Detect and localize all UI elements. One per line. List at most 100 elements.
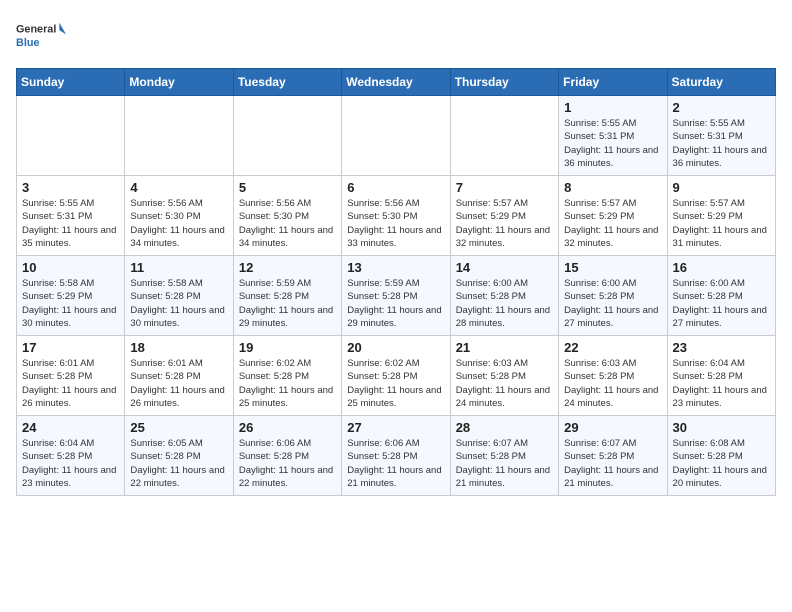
calendar-cell <box>450 96 558 176</box>
calendar-cell: 5 Sunrise: 5:56 AMSunset: 5:30 PMDaylight… <box>233 176 341 256</box>
day-info: Sunrise: 5:55 AMSunset: 5:31 PMDaylight:… <box>22 197 119 250</box>
header-day-wednesday: Wednesday <box>342 69 450 96</box>
calendar-table: SundayMondayTuesdayWednesdayThursdayFrid… <box>16 68 776 496</box>
header-day-thursday: Thursday <box>450 69 558 96</box>
calendar-cell: 7 Sunrise: 5:57 AMSunset: 5:29 PMDaylight… <box>450 176 558 256</box>
day-info: Sunrise: 6:06 AMSunset: 5:28 PMDaylight:… <box>239 437 336 490</box>
day-number: 7 <box>456 180 553 195</box>
day-info: Sunrise: 6:07 AMSunset: 5:28 PMDaylight:… <box>456 437 553 490</box>
day-number: 30 <box>673 420 770 435</box>
day-number: 9 <box>673 180 770 195</box>
calendar-cell <box>125 96 233 176</box>
day-number: 11 <box>130 260 227 275</box>
day-info: Sunrise: 5:55 AMSunset: 5:31 PMDaylight:… <box>673 117 770 170</box>
day-info: Sunrise: 5:59 AMSunset: 5:28 PMDaylight:… <box>347 277 444 330</box>
header-day-sunday: Sunday <box>17 69 125 96</box>
calendar-cell: 3 Sunrise: 5:55 AMSunset: 5:31 PMDaylight… <box>17 176 125 256</box>
day-number: 5 <box>239 180 336 195</box>
day-number: 27 <box>347 420 444 435</box>
calendar-cell: 15 Sunrise: 6:00 AMSunset: 5:28 PMDayligh… <box>559 256 667 336</box>
day-number: 18 <box>130 340 227 355</box>
day-info: Sunrise: 6:03 AMSunset: 5:28 PMDaylight:… <box>456 357 553 410</box>
logo: General Blue <box>16 16 66 56</box>
day-info: Sunrise: 6:08 AMSunset: 5:28 PMDaylight:… <box>673 437 770 490</box>
day-info: Sunrise: 6:06 AMSunset: 5:28 PMDaylight:… <box>347 437 444 490</box>
calendar-cell <box>17 96 125 176</box>
week-row-1: 1 Sunrise: 5:55 AMSunset: 5:31 PMDaylight… <box>17 96 776 176</box>
header-day-saturday: Saturday <box>667 69 775 96</box>
calendar-cell: 1Sunrise: 5:55 AMSunset: 5:31 PMDaylight… <box>559 96 667 176</box>
calendar-header: SundayMondayTuesdayWednesdayThursdayFrid… <box>17 69 776 96</box>
calendar-cell: 21 Sunrise: 6:03 AMSunset: 5:28 PMDayligh… <box>450 336 558 416</box>
calendar-body: 1 Sunrise: 5:55 AMSunset: 5:31 PMDaylight… <box>17 96 776 496</box>
day-number: 23 <box>673 340 770 355</box>
svg-text:Blue: Blue <box>16 37 39 49</box>
day-number: 29 <box>564 420 661 435</box>
calendar-cell: 18 Sunrise: 6:01 AMSunset: 5:28 PMDayligh… <box>125 336 233 416</box>
header-day-tuesday: Tuesday <box>233 69 341 96</box>
day-info: Sunrise: 6:04 AMSunset: 5:28 PMDaylight:… <box>22 437 119 490</box>
day-info: Sunrise: 5:57 AMSunset: 5:29 PMDaylight:… <box>673 197 770 250</box>
logo-icon: General Blue <box>16 16 66 56</box>
calendar-cell: 2 Sunrise: 5:55 AMSunset: 5:31 PMDaylight… <box>667 96 775 176</box>
day-number: 28 <box>456 420 553 435</box>
calendar-cell: 11 Sunrise: 5:58 AMSunset: 5:28 PMDayligh… <box>125 256 233 336</box>
calendar-cell: 26 Sunrise: 6:06 AMSunset: 5:28 PMDayligh… <box>233 416 341 496</box>
calendar-cell: 22Sunrise: 6:03 AMSunset: 5:28 PMDayligh… <box>559 336 667 416</box>
day-info: Sunrise: 6:01 AMSunset: 5:28 PMDaylight:… <box>130 357 227 410</box>
day-number: 12 <box>239 260 336 275</box>
day-info: Sunrise: 6:01 AMSunset: 5:28 PMDaylight:… <box>22 357 119 410</box>
day-info: Sunrise: 6:07 AMSunset: 5:28 PMDaylight:… <box>564 437 661 490</box>
calendar-cell: 25 Sunrise: 6:05 AMSunset: 5:28 PMDayligh… <box>125 416 233 496</box>
calendar-cell: 13 Sunrise: 5:59 AMSunset: 5:28 PMDayligh… <box>342 256 450 336</box>
calendar-cell: 8Sunrise: 5:57 AMSunset: 5:29 PMDaylight… <box>559 176 667 256</box>
calendar-cell: 20 Sunrise: 6:02 AMSunset: 5:28 PMDayligh… <box>342 336 450 416</box>
week-row-2: 3 Sunrise: 5:55 AMSunset: 5:31 PMDaylight… <box>17 176 776 256</box>
day-number: 6 <box>347 180 444 195</box>
day-number: 1 <box>564 100 661 115</box>
day-number: 15 <box>564 260 661 275</box>
calendar-cell: 24Sunrise: 6:04 AMSunset: 5:28 PMDayligh… <box>17 416 125 496</box>
day-number: 14 <box>456 260 553 275</box>
week-row-3: 10Sunrise: 5:58 AMSunset: 5:29 PMDayligh… <box>17 256 776 336</box>
week-row-4: 17Sunrise: 6:01 AMSunset: 5:28 PMDayligh… <box>17 336 776 416</box>
day-info: Sunrise: 5:58 AMSunset: 5:29 PMDaylight:… <box>22 277 119 330</box>
day-info: Sunrise: 5:57 AMSunset: 5:29 PMDaylight:… <box>564 197 661 250</box>
calendar-cell: 4 Sunrise: 5:56 AMSunset: 5:30 PMDaylight… <box>125 176 233 256</box>
calendar-cell: 19 Sunrise: 6:02 AMSunset: 5:28 PMDayligh… <box>233 336 341 416</box>
calendar-cell: 28 Sunrise: 6:07 AMSunset: 5:28 PMDayligh… <box>450 416 558 496</box>
day-info: Sunrise: 5:58 AMSunset: 5:28 PMDaylight:… <box>130 277 227 330</box>
calendar-cell: 9 Sunrise: 5:57 AMSunset: 5:29 PMDaylight… <box>667 176 775 256</box>
day-info: Sunrise: 6:00 AMSunset: 5:28 PMDaylight:… <box>456 277 553 330</box>
calendar-cell: 6Sunrise: 5:56 AMSunset: 5:30 PMDaylight… <box>342 176 450 256</box>
day-number: 21 <box>456 340 553 355</box>
day-number: 20 <box>347 340 444 355</box>
day-number: 16 <box>673 260 770 275</box>
header-day-monday: Monday <box>125 69 233 96</box>
day-info: Sunrise: 6:00 AMSunset: 5:28 PMDaylight:… <box>564 277 661 330</box>
day-info: Sunrise: 5:56 AMSunset: 5:30 PMDaylight:… <box>130 197 227 250</box>
day-number: 4 <box>130 180 227 195</box>
header-row: SundayMondayTuesdayWednesdayThursdayFrid… <box>17 69 776 96</box>
calendar-cell: 10Sunrise: 5:58 AMSunset: 5:29 PMDayligh… <box>17 256 125 336</box>
day-number: 25 <box>130 420 227 435</box>
calendar-cell: 23 Sunrise: 6:04 AMSunset: 5:28 PMDayligh… <box>667 336 775 416</box>
svg-text:General: General <box>16 24 56 36</box>
day-info: Sunrise: 5:56 AMSunset: 5:30 PMDaylight:… <box>239 197 336 250</box>
day-info: Sunrise: 6:03 AMSunset: 5:28 PMDaylight:… <box>564 357 661 410</box>
day-number: 3 <box>22 180 119 195</box>
day-info: Sunrise: 6:04 AMSunset: 5:28 PMDaylight:… <box>673 357 770 410</box>
day-info: Sunrise: 5:57 AMSunset: 5:29 PMDaylight:… <box>456 197 553 250</box>
day-info: Sunrise: 6:05 AMSunset: 5:28 PMDaylight:… <box>130 437 227 490</box>
day-info: Sunrise: 6:02 AMSunset: 5:28 PMDaylight:… <box>239 357 336 410</box>
day-info: Sunrise: 5:59 AMSunset: 5:28 PMDaylight:… <box>239 277 336 330</box>
day-info: Sunrise: 6:02 AMSunset: 5:28 PMDaylight:… <box>347 357 444 410</box>
day-info: Sunrise: 6:00 AMSunset: 5:28 PMDaylight:… <box>673 277 770 330</box>
day-number: 26 <box>239 420 336 435</box>
day-number: 13 <box>347 260 444 275</box>
calendar-cell: 17Sunrise: 6:01 AMSunset: 5:28 PMDayligh… <box>17 336 125 416</box>
calendar-cell: 27 Sunrise: 6:06 AMSunset: 5:28 PMDayligh… <box>342 416 450 496</box>
day-number: 2 <box>673 100 770 115</box>
day-number: 19 <box>239 340 336 355</box>
calendar-cell: 16 Sunrise: 6:00 AMSunset: 5:28 PMDayligh… <box>667 256 775 336</box>
